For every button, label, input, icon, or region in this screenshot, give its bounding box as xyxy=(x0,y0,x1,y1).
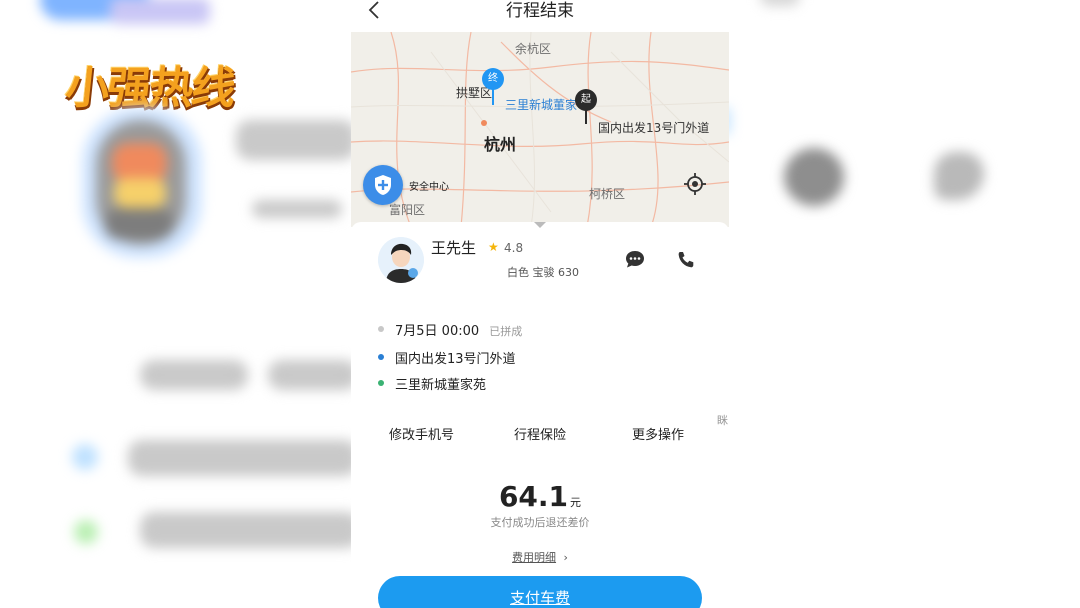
phone-screen: 行程结束 余杭区 拱墅区 三里新城董家 杭州 国内出发13号门外道 柯桥区 富阳… xyxy=(351,0,729,608)
trip-sheet: 王先生 ★ 4.8 白色 宝骏 630 7月5日 00:00 已拼成 国内出发1… xyxy=(351,222,729,608)
time-dot-icon xyxy=(378,326,384,332)
call-button[interactable] xyxy=(675,249,697,271)
blurred-shape xyxy=(934,152,984,200)
fare-currency: 元 xyxy=(570,496,582,509)
start-pin-stem xyxy=(585,110,587,124)
fee-detail-label: 费用明细 xyxy=(512,551,557,564)
fare-amount: 64.1 xyxy=(498,480,569,513)
safety-center-label: 安全中心 xyxy=(409,182,449,193)
trip-origin: 国内出发13号门外道 xyxy=(395,352,516,367)
map[interactable]: 余杭区 拱墅区 三里新城董家 杭州 国内出发13号门外道 柯桥区 富阳区 终 起… xyxy=(351,32,729,227)
blurred-shape xyxy=(760,0,800,6)
safety-center-button[interactable] xyxy=(363,165,403,205)
blurred-shape xyxy=(784,148,844,206)
pay-fare-button[interactable]: 支付车费 xyxy=(378,576,702,608)
driver-name: 王先生 xyxy=(431,239,477,257)
chevron-right-icon: › xyxy=(563,551,568,564)
start-pin-icon: 起 xyxy=(575,89,597,111)
trip-time-row: 7月5日 00:00 已拼成 xyxy=(395,320,522,339)
map-label-city: 杭州 xyxy=(484,135,517,154)
price-display: 64.1 元 xyxy=(351,480,729,513)
page-title: 行程结束 xyxy=(506,1,574,21)
change-phone-button[interactable]: 修改手机号 xyxy=(389,424,454,443)
trip-time: 7月5日 00:00 xyxy=(395,324,480,339)
map-label-destination: 三里新城董家 xyxy=(505,98,578,112)
map-label-origin: 国内出发13号门外道 xyxy=(598,121,710,135)
driver-rating: 4.8 xyxy=(504,241,524,255)
phone-icon xyxy=(678,252,694,268)
chat-bubble-icon xyxy=(626,251,644,268)
refund-note: 支付成功后退还差价 xyxy=(490,516,590,529)
star-icon: ★ xyxy=(488,240,499,254)
trip-insurance-button[interactable]: 行程保险 xyxy=(514,424,566,443)
end-pin-stem xyxy=(492,89,494,105)
driver-avatar[interactable] xyxy=(378,237,424,283)
map-label-district: 余杭区 xyxy=(515,42,552,56)
car-info: 白色 宝骏 630 xyxy=(507,266,579,279)
blurred-text-blocks xyxy=(0,0,360,608)
screen: 小强热线 行程结束 余杭区 拱墅区 三里新城董家 杭州 国内出发13号门外道 柯… xyxy=(0,0,1080,608)
message-button[interactable] xyxy=(624,249,646,269)
destination-dot-icon xyxy=(378,380,384,386)
trip-status-tag: 已拼成 xyxy=(489,325,523,338)
avatar-illustration xyxy=(378,237,424,283)
fee-detail-link[interactable]: 费用明细 › xyxy=(351,549,729,565)
map-label-district: 柯桥区 xyxy=(589,187,626,201)
truncated-label: 眯 xyxy=(717,414,728,427)
end-pin-icon: 终 xyxy=(482,68,504,90)
sheet-handle-icon[interactable] xyxy=(534,222,546,228)
shield-plus-icon xyxy=(375,175,391,195)
more-actions-button[interactable]: 更多操作 xyxy=(632,424,684,443)
trip-destination: 三里新城董家苑 xyxy=(395,378,487,393)
header: 行程结束 xyxy=(351,0,729,32)
locate-button[interactable] xyxy=(681,170,709,198)
origin-dot-icon xyxy=(378,354,384,360)
crosshair-icon xyxy=(684,173,706,195)
